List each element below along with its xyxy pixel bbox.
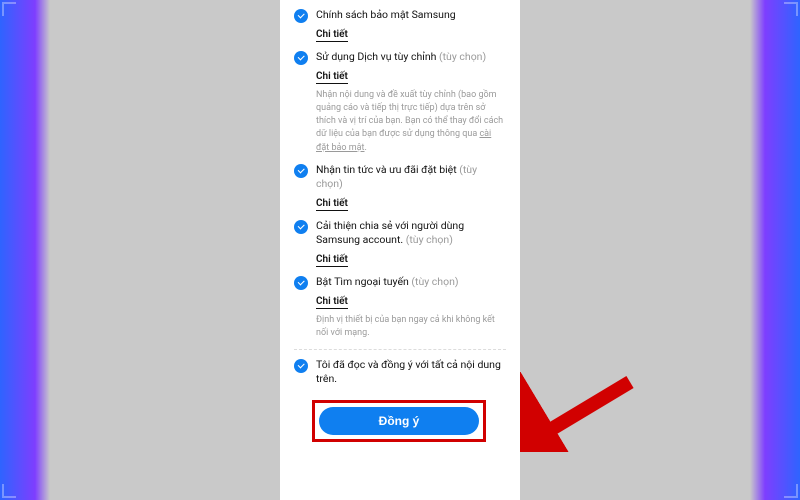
item-description: Định vị thiết bị của bạn ngay cả khi khô… <box>316 314 506 340</box>
item-body: Sử dụng Dịch vụ tùy chỉnh (tùy chọn) Chi… <box>316 50 506 154</box>
check-icon[interactable] <box>294 164 308 178</box>
detail-link[interactable]: Chi tiết <box>316 71 348 84</box>
check-icon[interactable] <box>294 220 308 234</box>
consent-item[interactable]: Chính sách bảo mật Samsung Chi tiết <box>294 0 506 42</box>
optional-label: (tùy chọn) <box>409 275 459 288</box>
agree-all-text: Tôi đã đọc và đồng ý với tất cả nội dung… <box>316 358 506 386</box>
check-icon[interactable] <box>294 9 308 23</box>
gradient-right <box>750 0 800 500</box>
item-title: Bật Tìm ngoại tuyến (tùy chọn) <box>316 275 506 289</box>
consent-item[interactable]: Cải thiện chia sẻ với người dùng Samsung… <box>294 211 506 267</box>
item-title: Cải thiện chia sẻ với người dùng Samsung… <box>316 219 506 247</box>
optional-label: (tùy chọn) <box>436 50 486 63</box>
agree-all-item[interactable]: Tôi đã đọc và đồng ý với tất cả nội dung… <box>294 350 506 386</box>
consent-item[interactable]: Nhận tin tức và ưu đãi đặt biệt (tùy chọ… <box>294 155 506 211</box>
item-body: Bật Tìm ngoại tuyến (tùy chọn) Chi tiết … <box>316 275 506 340</box>
detail-link[interactable]: Chi tiết <box>316 198 348 211</box>
check-icon[interactable] <box>294 359 308 373</box>
item-body: Tôi đã đọc và đồng ý với tất cả nội dung… <box>316 358 506 386</box>
phone-screen: Chính sách bảo mật Samsung Chi tiết Sử d… <box>280 0 520 500</box>
item-body: Cải thiện chia sẻ với người dùng Samsung… <box>316 219 506 267</box>
optional-label: (tùy chọn) <box>403 233 453 246</box>
corner-marker <box>784 484 798 498</box>
detail-link[interactable]: Chi tiết <box>316 254 348 267</box>
consent-item[interactable]: Bật Tìm ngoại tuyến (tùy chọn) Chi tiết … <box>294 267 506 340</box>
corner-marker <box>2 2 16 16</box>
check-icon[interactable] <box>294 51 308 65</box>
corner-marker <box>2 484 16 498</box>
detail-link[interactable]: Chi tiết <box>316 29 348 42</box>
item-body: Nhận tin tức và ưu đãi đặt biệt (tùy chọ… <box>316 163 506 211</box>
item-title: Sử dụng Dịch vụ tùy chỉnh (tùy chọn) <box>316 50 506 64</box>
detail-link[interactable]: Chi tiết <box>316 296 348 309</box>
item-title: Chính sách bảo mật Samsung <box>316 8 506 22</box>
consent-item[interactable]: Sử dụng Dịch vụ tùy chỉnh (tùy chọn) Chi… <box>294 42 506 154</box>
item-title: Nhận tin tức và ưu đãi đặt biệt (tùy chọ… <box>316 163 506 191</box>
item-description: Nhận nội dung và đề xuất tùy chỉnh (bao … <box>316 89 506 154</box>
gradient-left <box>0 0 50 500</box>
item-body: Chính sách bảo mật Samsung Chi tiết <box>316 8 506 42</box>
agree-button[interactable]: Đồng ý <box>319 407 479 435</box>
check-icon[interactable] <box>294 276 308 290</box>
annotation-arrow-icon <box>520 372 640 452</box>
corner-marker <box>784 2 798 16</box>
highlight-box: Đồng ý <box>312 400 486 442</box>
screenshot-frame: Chính sách bảo mật Samsung Chi tiết Sử d… <box>0 0 800 500</box>
